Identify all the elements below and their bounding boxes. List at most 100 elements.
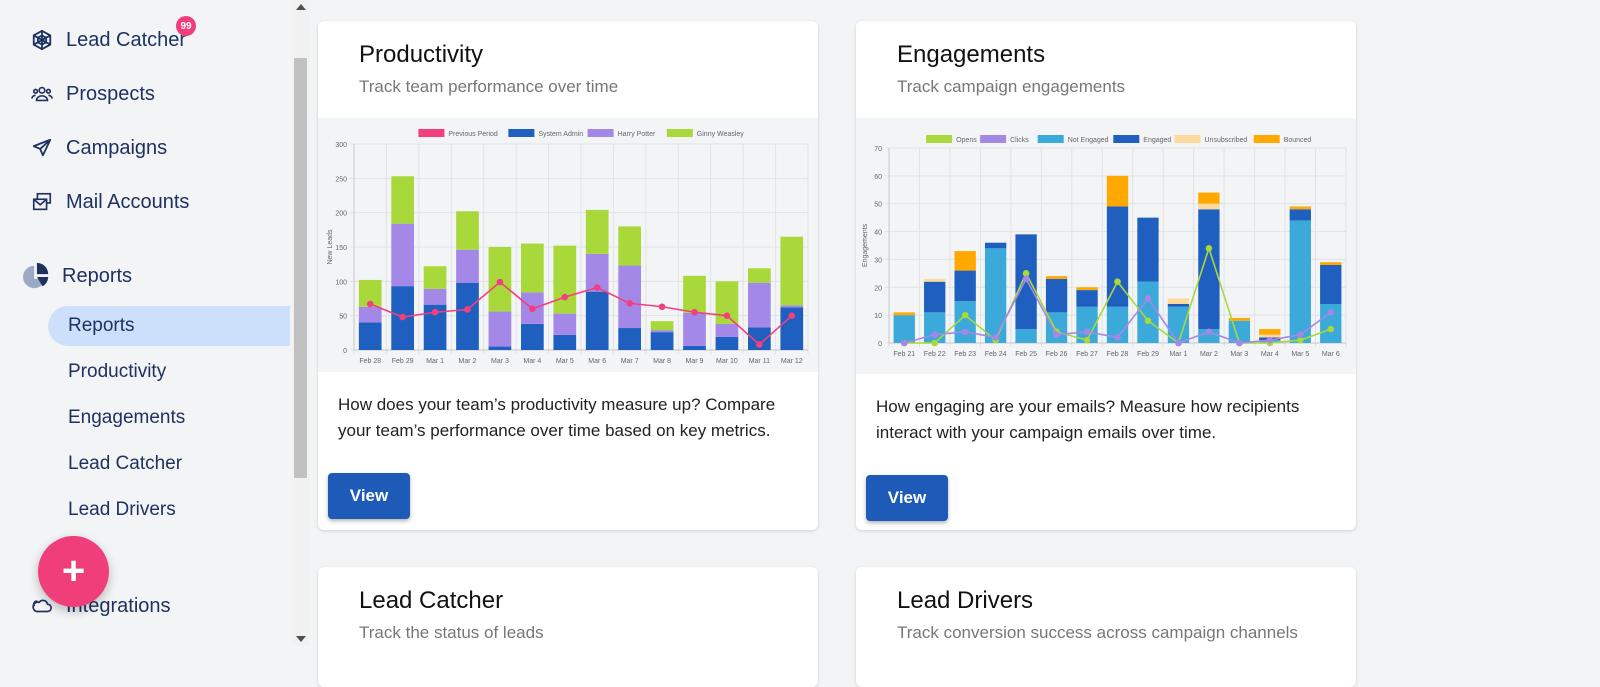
y-tick-label: 50 — [339, 314, 347, 321]
x-tick-label: Feb 29 — [392, 358, 414, 365]
add-fab-button[interactable]: + — [38, 536, 109, 607]
bar-segment — [1106, 175, 1129, 207]
legend-label: Unsubscribed — [1205, 137, 1248, 144]
bar-segment — [618, 265, 641, 329]
sidebar-item-label: Reports — [62, 264, 133, 287]
bar-segment — [1289, 220, 1311, 343]
scroll-up-arrow-icon[interactable] — [296, 4, 306, 10]
legend-swatch — [1113, 135, 1140, 143]
x-tick-label: Mar 6 — [588, 358, 606, 365]
x-tick-label: Mar 11 — [749, 358, 770, 365]
subnav-lead-catcher[interactable]: Lead Catcher — [48, 444, 290, 484]
x-tick-label: Mar 10 — [716, 358, 738, 365]
y-tick-label: 200 — [335, 211, 347, 218]
x-tick-label: Mar 4 — [523, 358, 541, 365]
bar-segment — [954, 270, 976, 302]
bar-segment — [456, 282, 479, 350]
y-tick-label: 250 — [335, 176, 347, 183]
subnav-reports[interactable]: Reports — [48, 306, 290, 346]
sidebar-item-label: Lead Catcher — [66, 28, 187, 51]
y-tick-label: 0 — [878, 341, 882, 348]
line-point — [1083, 328, 1091, 336]
bar-segment — [1015, 329, 1037, 343]
sidebar-item-prospects[interactable]: Prospects — [30, 74, 155, 114]
legend-label: System Admin — [538, 131, 583, 138]
bar-segment — [618, 328, 641, 350]
view-productivity-button[interactable]: View — [328, 473, 410, 519]
bar-segment — [893, 315, 915, 343]
x-tick-label: Feb 22 — [924, 351, 946, 358]
bar-segment — [391, 176, 414, 224]
x-tick-label: Feb 25 — [1015, 351, 1037, 358]
view-engagements-button[interactable]: View — [866, 475, 948, 521]
line-point — [1266, 336, 1274, 344]
bar-segment — [683, 275, 706, 313]
line-point — [529, 305, 536, 313]
line-point — [1053, 331, 1060, 338]
line-point — [431, 308, 439, 316]
line-point — [399, 313, 406, 321]
bar-segment — [683, 345, 706, 350]
line-point — [366, 300, 374, 308]
subnav-productivity[interactable]: Productivity — [48, 352, 290, 392]
line-point — [992, 334, 999, 341]
line-point — [1297, 331, 1304, 338]
sidebar: Lead Catcher 99 Prospects Campaigns Mail… — [0, 0, 290, 646]
bar-segment — [1259, 329, 1281, 335]
line-point — [961, 311, 969, 319]
bar-segment — [553, 313, 577, 335]
y-axis-label: Engagements — [862, 223, 869, 267]
x-tick-label: Mar 2 — [459, 358, 477, 365]
line-point — [1022, 275, 1030, 283]
bar-segment — [650, 321, 674, 331]
y-tick-label: 10 — [874, 313, 882, 320]
bar-segment — [984, 242, 1007, 249]
legend-label: Bounced — [1284, 137, 1312, 144]
bar-segment — [924, 278, 946, 282]
bar-segment — [553, 245, 577, 314]
bar-segment — [954, 251, 976, 271]
line-point — [593, 284, 601, 291]
x-tick-label: Feb 26 — [1046, 351, 1068, 358]
legend-swatch — [926, 135, 953, 143]
bar-segment — [1320, 265, 1342, 304]
bar-segment — [618, 226, 641, 266]
line-point — [931, 339, 938, 347]
scroll-down-arrow-icon[interactable] — [296, 636, 306, 642]
scroll-thumb[interactable] — [294, 58, 307, 478]
line-point — [561, 293, 569, 301]
lead-drivers-card: Lead Drivers Track conversion success ac… — [856, 567, 1356, 687]
bar-segment — [423, 288, 447, 305]
bar-segment — [1198, 192, 1220, 204]
line-point — [1205, 328, 1213, 336]
bar-segment — [1076, 287, 1098, 291]
card-title: Engagements — [897, 41, 1046, 68]
sidebar-item-lead-catcher[interactable]: Lead Catcher 99 — [30, 16, 196, 60]
legend-label: Not Engaged — [1068, 137, 1109, 144]
subnav-lead-drivers[interactable]: Lead Drivers — [48, 490, 290, 530]
sidebar-item-reports[interactable]: Reports — [20, 256, 132, 296]
legend-label: Previous Period — [448, 131, 498, 138]
line-point — [1327, 309, 1335, 316]
bar-segment — [1045, 276, 1068, 279]
line-point — [788, 312, 796, 319]
sidebar-scrollbar[interactable] — [292, 0, 309, 646]
line-point — [626, 300, 633, 307]
pie-chart-icon — [20, 260, 52, 292]
bar-segment — [924, 312, 946, 343]
sidebar-item-mail-accounts[interactable]: Mail Accounts — [30, 182, 189, 222]
x-tick-label: Feb 29 — [1137, 351, 1159, 358]
subnav-engagements[interactable]: Engagements — [48, 398, 290, 438]
line-point — [1144, 317, 1152, 325]
line-point — [1114, 278, 1121, 286]
y-tick-label: 100 — [335, 279, 347, 286]
x-tick-label: Mar 4 — [1261, 351, 1279, 358]
sidebar-item-campaigns[interactable]: Campaigns — [30, 128, 167, 168]
mail-accounts-icon — [30, 190, 54, 214]
productivity-chart-svg: 0 50 100 150 200 250 300 New Leads Feb 28 Feb 29 M… — [327, 129, 809, 365]
line-point — [900, 339, 908, 347]
bar-segment — [456, 211, 479, 250]
lead-catcher-card: Lead Catcher Track the status of leads — [318, 567, 818, 687]
bar-segment — [1320, 262, 1342, 265]
engagements-card: Engagements Track campaign engagements 0… — [856, 21, 1356, 530]
